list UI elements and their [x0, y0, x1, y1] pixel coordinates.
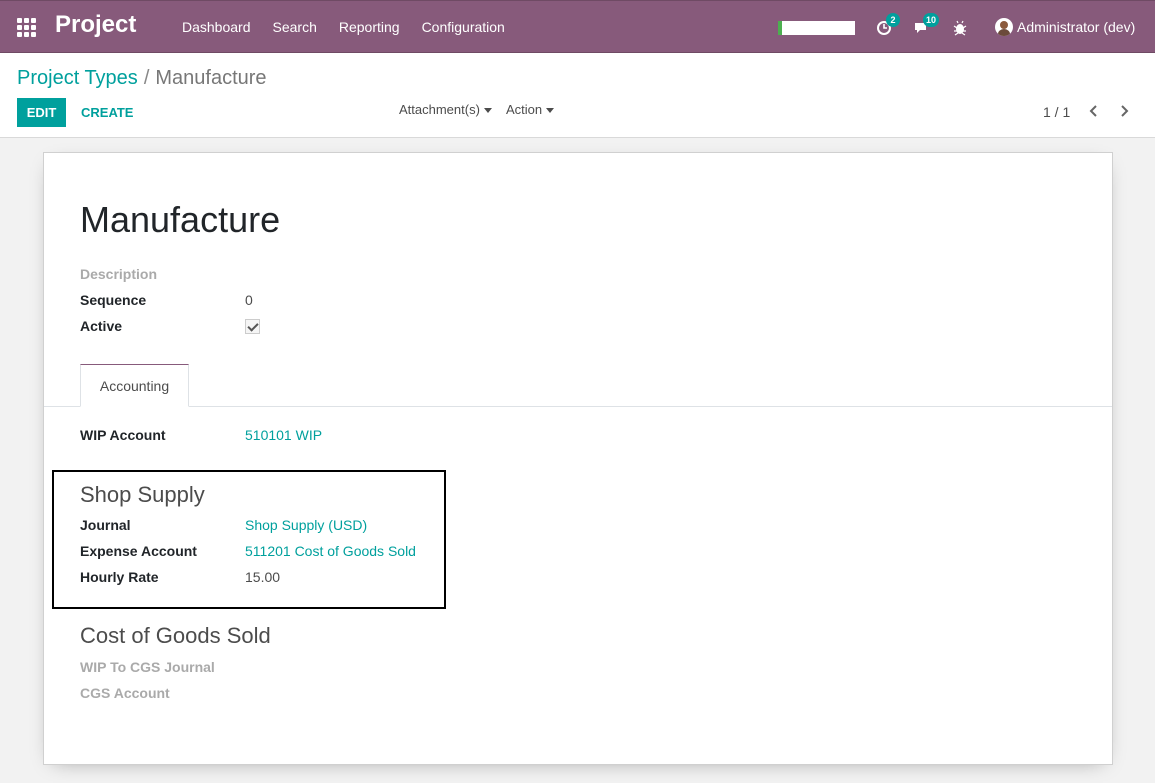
menu-reporting[interactable]: Reporting — [339, 19, 400, 35]
active-label: Active — [80, 318, 123, 334]
menu-search[interactable]: Search — [273, 19, 317, 35]
control-panel: Project Types / Manufacture EDIT CREATE At… — [0, 53, 1155, 138]
chevron-right-icon — [1121, 105, 1129, 117]
hourly-rate-value: 15.00 — [245, 569, 281, 585]
pager-next-button[interactable] — [1116, 102, 1132, 120]
attachments-label: Attachment(s) — [399, 102, 480, 117]
hourly-rate-field: Hourly Rate 15.00 — [80, 569, 280, 585]
breadcrumb-project-types[interactable]: Project Types — [17, 67, 138, 89]
pager-value[interactable]: 1 / 1 — [1043, 104, 1070, 120]
messages-count-badge: 10 — [923, 13, 940, 27]
expense-account-label: Expense Account — [80, 543, 197, 559]
user-menu[interactable]: Administrator (dev) — [995, 18, 1135, 36]
bug-icon — [953, 20, 967, 36]
record-title: Manufacture — [80, 199, 281, 240]
sequence-label: Sequence — [80, 292, 147, 308]
cogs-group-title: Cost of Goods Sold — [80, 623, 271, 648]
activity-clock-icon[interactable]: 2 — [876, 13, 900, 36]
wip-account-field: WIP Account 510101 WIP — [80, 427, 322, 443]
avatar — [995, 18, 1013, 36]
shop-supply-group-title: Shop Supply — [80, 482, 205, 507]
action-label: Action — [506, 102, 543, 117]
cgs-account-label: CGS Account — [80, 685, 170, 701]
active-checkbox[interactable] — [245, 319, 260, 334]
attachments-dropdown[interactable]: Attachment(s) — [399, 102, 492, 117]
description-label: Description — [80, 266, 158, 282]
expense-account-field: Expense Account 511201 Cost of Goods Sol… — [80, 543, 416, 559]
progress-widget[interactable] — [778, 21, 855, 35]
tab-accounting[interactable]: Accounting — [80, 364, 189, 407]
main-menu: Dashboard Search Reporting Configuration — [182, 19, 505, 35]
active-field: Active — [80, 318, 260, 334]
wip-to-cgs-journal-field: WIP To CGS Journal — [80, 659, 245, 675]
menu-configuration[interactable]: Configuration — [422, 19, 505, 35]
app-brand[interactable]: Project — [55, 11, 136, 39]
tabs-divider — [44, 406, 1112, 407]
cgs-account-field: CGS Account — [80, 685, 245, 701]
edit-button[interactable]: EDIT — [17, 98, 66, 127]
top-navbar: Project Dashboard Search Reporting Confi… — [0, 0, 1155, 53]
user-name: Administrator (dev) — [1017, 19, 1136, 35]
wip-to-cgs-journal-label: WIP To CGS Journal — [80, 659, 215, 675]
expense-account-link[interactable]: 511201 Cost of Goods Sold — [245, 543, 416, 559]
caret-down-icon — [483, 108, 492, 114]
sequence-value: 0 — [245, 292, 253, 308]
caret-down-icon — [546, 108, 555, 114]
chevron-left-icon — [1089, 105, 1097, 117]
description-field: Description — [80, 266, 245, 282]
breadcrumb: Project Types / Manufacture — [17, 67, 267, 90]
journal-label: Journal — [80, 517, 131, 533]
messages-icon[interactable]: 10 — [913, 13, 940, 36]
journal-field: Journal Shop Supply (USD) — [80, 517, 367, 533]
debug-bug-icon[interactable] — [951, 18, 969, 36]
breadcrumb-current: Manufacture — [155, 67, 267, 89]
create-button[interactable]: CREATE — [72, 98, 142, 127]
pager-previous-button[interactable] — [1086, 102, 1102, 120]
apps-grid-icon[interactable] — [17, 18, 36, 37]
form-sheet: Manufacture Description Sequence 0 Activ… — [43, 152, 1113, 765]
action-dropdown[interactable]: Action — [506, 102, 555, 117]
journal-link[interactable]: Shop Supply (USD) — [245, 517, 367, 533]
wip-account-link[interactable]: 510101 WIP — [245, 427, 322, 443]
sequence-field: Sequence 0 — [80, 292, 253, 308]
wip-account-label: WIP Account — [80, 427, 166, 443]
activity-count-badge: 2 — [886, 13, 900, 27]
breadcrumb-separator: / — [143, 67, 150, 89]
hourly-rate-label: Hourly Rate — [80, 569, 159, 585]
menu-dashboard[interactable]: Dashboard — [182, 19, 251, 35]
